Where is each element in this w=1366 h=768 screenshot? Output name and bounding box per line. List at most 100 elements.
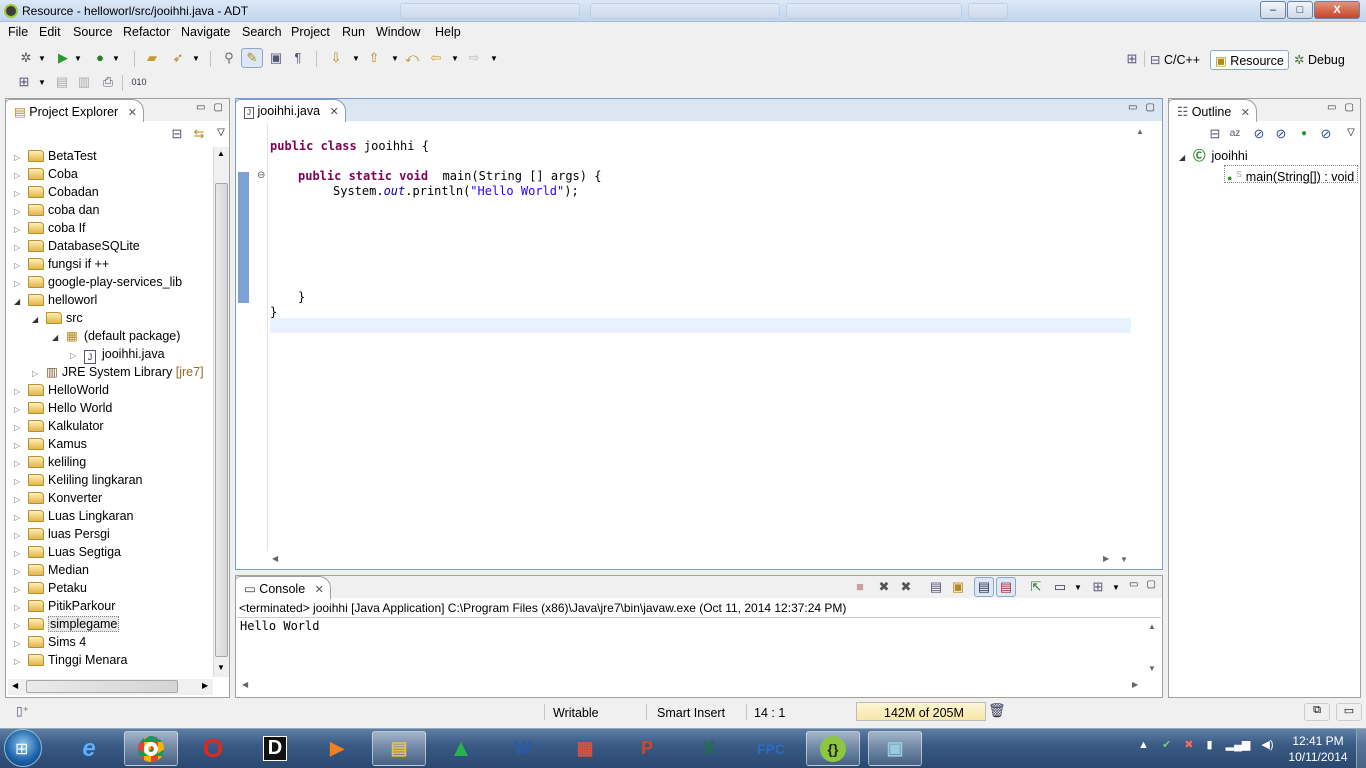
remove-launch-icon[interactable]: ✖ [876,579,892,595]
garbage-collect-icon[interactable]: 🗑 [988,702,1006,719]
tree-item[interactable]: ▷ HelloWorld [14,381,109,399]
chevron-down-icon[interactable]: ▼ [486,51,502,67]
collapse-arrow-icon[interactable]: ◢ [52,329,62,347]
open-type-icon[interactable]: ▰ [144,50,160,66]
minimize-maximize-icons[interactable]: ▭▢ [1327,102,1362,113]
taskbar-green-app[interactable]: ▲ [434,731,488,766]
tab-console[interactable]: ▭ Console ✕ [235,576,331,599]
hide-static-icon[interactable]: ⊘ [1273,126,1289,142]
tree-item[interactable]: ▷ Petaku [14,579,87,597]
collapse-arrow-icon[interactable]: ◢ [32,311,42,329]
tree-item[interactable]: ▷ coba If [14,219,86,237]
search-icon[interactable]: ➶ [170,50,186,66]
taskbar-fpc[interactable]: FPC [744,731,798,766]
taskbar-control-panel[interactable]: ▣ [868,731,922,766]
forward-arrow-icon[interactable]: ⇨ [466,50,482,66]
code-line[interactable]: public static void main(String [] args) … [298,169,601,183]
horizontal-scrollbar[interactable]: ◀ ▶ [8,679,213,695]
menu-search[interactable]: Search [242,25,282,39]
taskbar-chrome[interactable] [124,731,178,766]
tree-item[interactable]: ▷ Jjooihhi.java [70,345,165,364]
tab-outline[interactable]: ☷ Outline ✕ [1168,99,1258,122]
debug-config-icon[interactable]: ✲ [18,50,34,66]
code-line[interactable]: System.out.println("Hello World"); [333,184,579,198]
tree-item[interactable]: ◢ helloworl [14,291,97,309]
tree-item[interactable]: ◢ ▦ (default package) [52,327,180,345]
highlight-icon[interactable]: ✎ [241,48,263,68]
close-icon[interactable]: ✕ [1241,107,1250,119]
close-button[interactable]: X [1314,1,1360,19]
scroll-right-icon[interactable]: ▶ [1132,680,1138,689]
clear-console-icon[interactable]: ▤ [928,579,944,595]
menu-source[interactable]: Source [73,25,113,39]
menu-file[interactable]: File [8,25,28,39]
minimize-maximize-icons[interactable]: ▭▢ [196,102,231,113]
network-icon[interactable]: ✖ [1184,739,1193,751]
collapse-all-icon[interactable]: ⊟ [169,126,185,142]
taskbar-d-app[interactable]: D [248,731,302,766]
sort-icon[interactable]: az [1227,126,1243,142]
tree-item[interactable]: ▷ coba dan [14,201,99,219]
tree-item[interactable]: ▷ fungsi if ++ [14,255,109,273]
taskbar-winrar[interactable]: ▦ [558,731,612,766]
tree-item[interactable]: ▷ Sims 4 [14,633,86,651]
taskbar-explorer[interactable]: ▤ [372,731,426,766]
chevron-down-icon[interactable]: ▼ [1070,580,1086,596]
tree-item[interactable]: ▷ Keliling lingkaran [14,471,143,489]
chevron-down-icon[interactable]: ▼ [348,51,364,67]
perspective-cpp[interactable]: ⊟ C/C++ [1146,50,1204,70]
menu-edit[interactable]: Edit [39,25,61,39]
tree-item[interactable]: ◢ src [32,309,83,327]
print-icon[interactable]: ⎙ [100,74,116,90]
collapse-arrow-icon[interactable]: ◢ [1179,149,1189,167]
outline-method-item[interactable]: ● Smain(String[]) : void [1224,165,1359,184]
taskbar-word[interactable]: W [496,731,550,766]
tree-item[interactable]: ▷ ▥ JRE System Library [jre7] [32,363,204,381]
code-line[interactable]: } [270,305,277,319]
collapse-all-icon[interactable]: ⊟ [1207,126,1223,142]
clock[interactable]: 12:41 PM 10/11/2014 [1282,733,1354,765]
code-line[interactable]: public class jooihhi { [270,139,429,153]
volume-icon[interactable]: ◀) [1261,739,1273,751]
chevron-down-icon[interactable]: ▼ [387,51,403,67]
minimize-maximize-icons[interactable]: ▭▢ [1129,579,1164,590]
block-selection-icon[interactable]: ▣ [268,50,284,66]
perspective-resource[interactable]: ▣ Resource [1210,50,1289,70]
hide-nonpublic-icon[interactable]: ● [1296,126,1312,142]
save-all-icon[interactable]: ▥ [76,74,92,90]
perspective-debug[interactable]: ✲ Debug [1290,50,1349,70]
tree-item[interactable]: ▷ PitikParkour [14,597,115,615]
save-icon[interactable]: ▤ [54,74,70,90]
fast-view-icon[interactable]: ▯⁺ [16,704,29,718]
menu-run[interactable]: Run [342,25,365,39]
hide-fields-icon[interactable]: ⊘ [1251,126,1267,142]
show-whitespace-icon[interactable]: ¶ [290,50,306,66]
tree-item[interactable]: ▷ Hello World [14,399,112,417]
start-button[interactable]: ⊞ [4,729,42,767]
tree-item[interactable]: ▷ simplegame [14,615,120,633]
tree-item[interactable]: ▷ keliling [14,453,86,471]
link-editor-icon[interactable]: ⇆ [191,126,207,142]
tree-item[interactable]: ▷ BetaTest [14,147,97,165]
close-icon[interactable]: ✕ [128,107,137,119]
new-wizard-icon[interactable]: ⊞ [16,74,32,90]
menu-window[interactable]: Window [376,25,420,39]
tree-item[interactable]: ▷ Kamus [14,435,87,453]
external-tools-icon[interactable]: ● [92,50,108,66]
chevron-down-icon[interactable]: ▼ [447,51,463,67]
scroll-right-icon[interactable]: ▶ [1103,554,1109,563]
tree-item[interactable]: ▷ Kalkulator [14,417,104,435]
taskbar-media[interactable]: ▶ [310,731,364,766]
binary-icon[interactable]: 010 [131,74,147,90]
taskbar-powerpoint[interactable]: P [620,731,674,766]
view-menu-icon[interactable]: ▽ [1343,125,1359,141]
chevron-down-icon[interactable]: ▼ [34,51,50,67]
minimize-maximize-icons[interactable]: ▭▢ [1128,102,1163,113]
taskbar-excel[interactable]: X [682,731,736,766]
scroll-down-icon[interactable]: ▼ [1120,555,1128,564]
remove-all-icon[interactable]: ✖ [898,579,914,595]
chevron-down-icon[interactable]: ▼ [188,51,204,67]
tree-item[interactable]: ▷ luas Persgi [14,525,110,543]
maximize-icon[interactable]: ▭ [1336,703,1362,721]
tree-item[interactable]: ▷ DatabaseSQLite [14,237,140,255]
